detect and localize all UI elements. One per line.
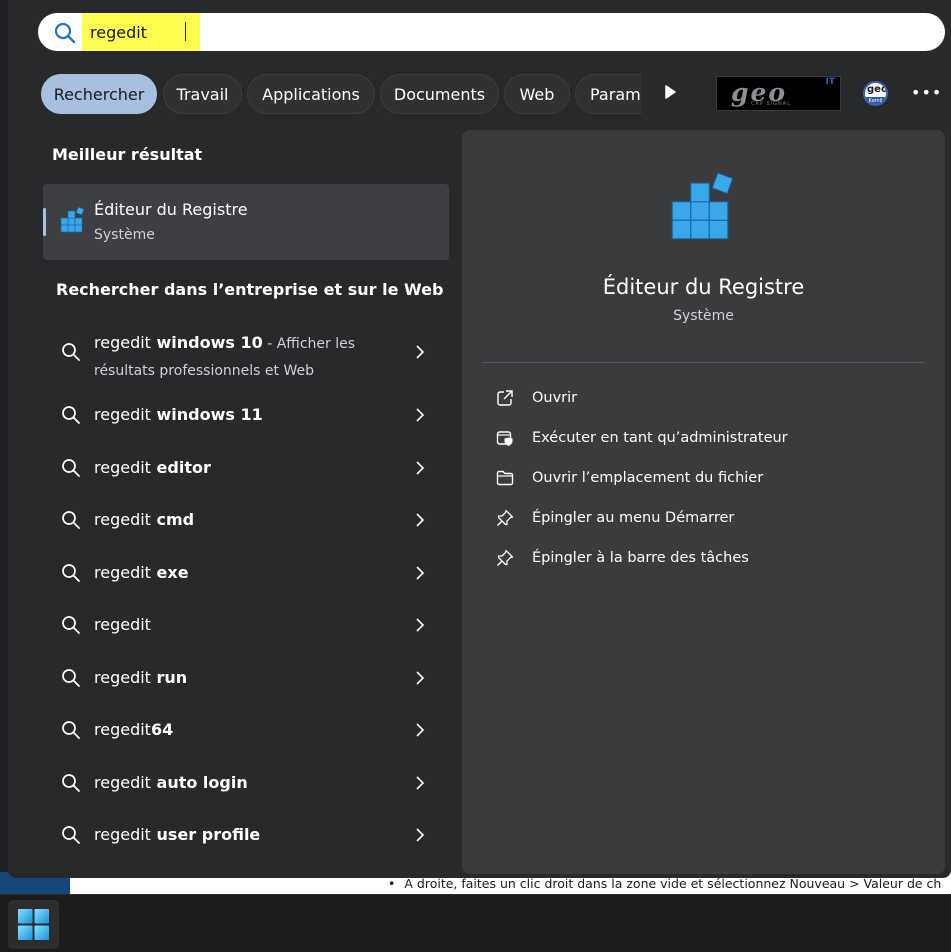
chevron-right-icon	[416, 671, 425, 685]
search-icon	[62, 721, 80, 739]
list-item[interactable]: regedit windows 10 - Afficher les résult…	[43, 330, 449, 386]
chevron-right-icon	[416, 461, 425, 475]
list-item[interactable]: regedit64	[43, 708, 449, 754]
best-match-result[interactable]: Éditeur du Registre Système	[43, 184, 449, 260]
best-match-name: Éditeur du Registre	[94, 200, 248, 219]
search-icon	[62, 511, 80, 529]
user-avatar[interactable]: geo Kamil	[863, 81, 888, 106]
tab-applications[interactable]: Applications	[247, 74, 375, 114]
text-caret	[185, 22, 186, 41]
search-icon	[62, 616, 80, 634]
action-open[interactable]: Ouvrir	[490, 383, 920, 415]
tab-web[interactable]: Web	[504, 74, 570, 114]
action-run-as-admin[interactable]: Exécuter en tant qu’administrateur	[490, 423, 920, 455]
action-pin-taskbar[interactable]: Épingler à la barre des tâches	[490, 543, 920, 575]
scroll-tabs-right-icon[interactable]	[663, 84, 677, 100]
search-icon	[62, 343, 80, 361]
chevron-right-icon	[416, 566, 425, 580]
background-text: À droite, faites un clic droit dans la z…	[388, 876, 941, 891]
search-bar[interactable]	[38, 13, 945, 51]
preview-subtitle: Système	[673, 308, 734, 324]
tab-travail[interactable]: Travail	[163, 74, 242, 114]
chevron-right-icon	[416, 776, 425, 790]
taskbar	[0, 894, 951, 952]
list-item[interactable]: regedit	[43, 603, 449, 649]
chevron-right-icon	[416, 723, 425, 737]
open-external-icon	[497, 390, 513, 406]
preview-divider	[482, 362, 925, 363]
tab-rechercher[interactable]: Rechercher	[41, 74, 157, 114]
list-item[interactable]: regedit auto login	[43, 761, 449, 807]
list-item[interactable]: regedit exe	[43, 551, 449, 597]
search-panel: Rechercher Travail Applications Document…	[8, 0, 951, 878]
list-item[interactable]: regedit cmd	[43, 498, 449, 544]
selection-indicator	[43, 208, 46, 236]
tab-parametres[interactable]: Paramètres	[575, 74, 641, 114]
shield-run-icon	[496, 431, 513, 446]
search-icon	[62, 774, 80, 792]
search-input[interactable]	[90, 19, 690, 45]
result-preview-pane: Éditeur du Registre Système Ouvrir Exécu…	[462, 130, 945, 874]
windows-logo-icon	[18, 909, 49, 940]
search-icon	[62, 669, 80, 687]
action-open-file-location[interactable]: Ouvrir l’emplacement du fichier	[490, 463, 920, 495]
chevron-right-icon	[416, 345, 425, 359]
search-icon	[54, 22, 76, 44]
preview-title: Éditeur du Registre	[602, 275, 805, 299]
chevron-right-icon	[416, 828, 425, 842]
search-icon	[62, 826, 80, 844]
registry-editor-icon	[671, 172, 734, 240]
chevron-right-icon	[416, 408, 425, 422]
tab-documents[interactable]: Documents	[380, 74, 499, 114]
filter-tabs: Rechercher Travail Applications Document…	[41, 74, 641, 114]
search-icon	[62, 564, 80, 582]
list-item[interactable]: regedit windows 11	[43, 393, 449, 439]
list-item[interactable]: regedit run	[43, 656, 449, 702]
folder-icon	[496, 470, 514, 486]
registry-editor-icon	[60, 206, 85, 233]
more-options-icon[interactable]: •••	[911, 82, 941, 104]
pin-icon	[497, 509, 514, 526]
chevron-right-icon	[416, 513, 425, 527]
search-icon	[62, 406, 80, 424]
list-item[interactable]: regedit user profile	[43, 813, 449, 859]
search-icon	[62, 459, 80, 477]
action-pin-start[interactable]: Épingler au menu Démarrer	[490, 503, 920, 535]
list-item[interactable]: regedit editor	[43, 446, 449, 492]
pin-icon	[497, 549, 514, 566]
organization-logo[interactable]: geo IT CAP SIGNAL	[716, 76, 841, 111]
best-match-heading: Meilleur résultat	[52, 145, 203, 164]
web-search-heading: Rechercher dans l’entreprise et sur le W…	[56, 280, 444, 299]
chevron-right-icon	[416, 618, 425, 632]
start-button[interactable]	[8, 900, 59, 949]
best-match-subtitle: Système	[94, 227, 155, 243]
